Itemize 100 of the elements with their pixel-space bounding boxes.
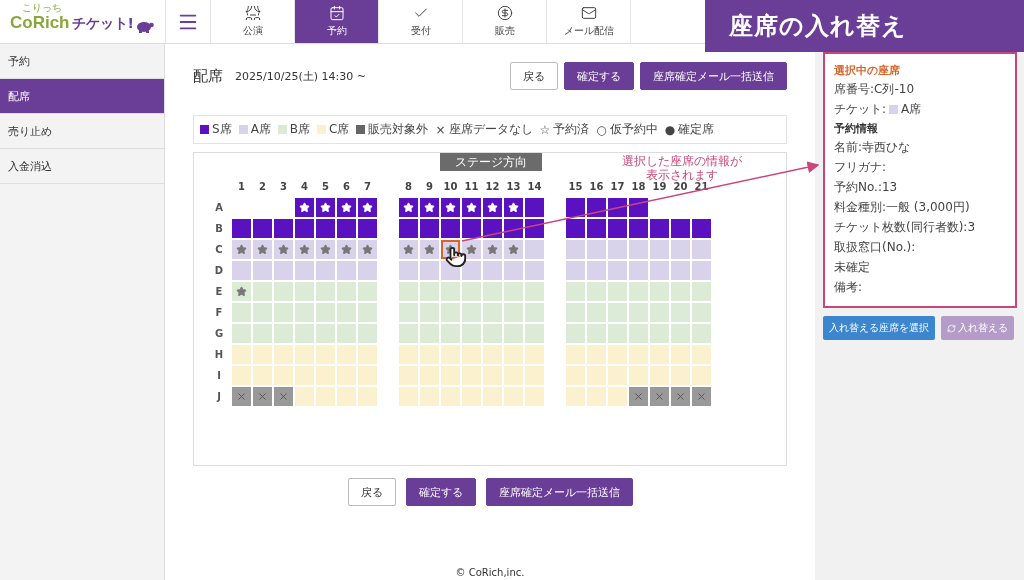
column-number: 2 xyxy=(258,181,267,192)
select-seat-button[interactable]: 入れ替える座席を選択 xyxy=(823,316,935,340)
legend-label: C席 xyxy=(329,121,350,138)
action-button[interactable]: 確定する xyxy=(564,62,634,90)
refresh-icon xyxy=(947,323,956,333)
info-line: 予約No.:13 xyxy=(834,179,899,196)
legend-symbol: ☆ xyxy=(539,122,551,137)
sidebar-item[interactable]: 入金消込 xyxy=(0,149,164,184)
annotation-text: 選択した座席の情報が xyxy=(621,154,743,168)
star-icon xyxy=(508,244,519,255)
star-icon xyxy=(487,244,498,255)
column-number: 16 xyxy=(588,181,605,192)
row-label: E xyxy=(214,286,224,297)
seat[interactable] xyxy=(462,261,481,280)
seat[interactable] xyxy=(420,198,439,217)
cross-icon xyxy=(633,391,644,402)
ticket-grade: A席 xyxy=(901,101,922,118)
legend-symbol: ○ xyxy=(596,122,607,137)
info-line: 未確定 xyxy=(834,259,871,276)
seat[interactable] xyxy=(462,198,481,217)
star-icon xyxy=(236,244,247,255)
cross-icon xyxy=(654,391,665,402)
column-number: 10 xyxy=(442,181,459,192)
seat[interactable] xyxy=(462,240,481,259)
row-label: C xyxy=(214,244,224,255)
column-number: 1 xyxy=(237,181,246,192)
column-number: 3 xyxy=(279,181,288,192)
page-title: 座席の入れ替え xyxy=(705,0,1024,52)
nav-tab[interactable]: 予約 xyxy=(294,0,378,43)
legend-label: 確定席 xyxy=(678,121,715,138)
legend-label: 予約済 xyxy=(553,121,590,138)
seat[interactable] xyxy=(399,198,418,217)
seat[interactable] xyxy=(337,198,356,217)
star-icon xyxy=(403,202,414,213)
turtle-icon xyxy=(135,19,154,33)
seat[interactable] xyxy=(358,198,377,217)
star-icon xyxy=(257,244,268,255)
star-icon xyxy=(487,202,498,213)
column-number: 4 xyxy=(300,181,309,192)
star-icon xyxy=(508,202,519,213)
star-icon xyxy=(466,202,477,213)
column-number: 14 xyxy=(526,181,543,192)
nav-icon xyxy=(580,5,597,21)
section-title: 配席 xyxy=(193,66,223,86)
action-button[interactable]: 戻る xyxy=(347,478,396,506)
star-icon xyxy=(424,244,435,255)
seat[interactable] xyxy=(295,198,314,217)
action-button[interactable]: 座席確定メール一括送信 xyxy=(485,478,633,506)
star-icon xyxy=(466,244,477,255)
logo-brand: CoRich xyxy=(10,13,70,33)
star-icon xyxy=(362,202,373,213)
legend-symbol: × xyxy=(435,122,446,137)
cross-icon xyxy=(696,391,707,402)
column-number: 7 xyxy=(363,181,372,192)
seat[interactable] xyxy=(441,198,460,217)
action-button[interactable]: 戻る xyxy=(510,62,558,90)
legend-label: 座席データなし xyxy=(448,121,533,138)
row-label: B xyxy=(214,223,224,234)
star-icon xyxy=(299,244,310,255)
stage-label: ステージ方向 xyxy=(440,153,542,171)
column-number: 18 xyxy=(630,181,647,192)
nav-icon xyxy=(496,5,513,21)
action-button[interactable]: 座席確定メール一括送信 xyxy=(640,62,787,90)
cross-icon xyxy=(675,391,686,402)
column-number: 15 xyxy=(567,181,584,192)
column-number: 8 xyxy=(404,181,413,192)
star-icon xyxy=(445,202,456,213)
row-label: I xyxy=(216,370,222,381)
row-label: J xyxy=(215,391,222,402)
seat[interactable] xyxy=(504,198,523,217)
info-line: 料金種別:一般 (3,000円) xyxy=(834,199,971,216)
row-label: F xyxy=(214,307,224,318)
performance-date: 2025/10/25(土) 14:30 ~ xyxy=(235,68,367,84)
ticket-label: チケット: xyxy=(834,101,887,118)
star-icon xyxy=(424,202,435,213)
star-icon xyxy=(320,202,331,213)
seat[interactable] xyxy=(316,198,335,217)
column-number: 9 xyxy=(425,181,434,192)
legend-label: 仮予約中 xyxy=(609,121,658,138)
logo-kana: こりっち xyxy=(22,1,62,15)
info-line: チケット枚数(同行者数):3 xyxy=(834,219,977,236)
legend-label: A席 xyxy=(250,121,271,138)
section-heading: 予約情報 xyxy=(834,121,879,136)
nav-icon xyxy=(328,5,345,21)
star-icon xyxy=(362,244,373,255)
column-number: 6 xyxy=(342,181,351,192)
sidebar-item[interactable]: 配席 xyxy=(0,79,164,114)
cross-icon xyxy=(278,391,289,402)
ticket-swatch xyxy=(889,105,899,114)
star-icon xyxy=(299,202,310,213)
column-number: 12 xyxy=(484,181,501,192)
action-button[interactable]: 確定する xyxy=(405,478,476,506)
logo-product: チケット! xyxy=(71,15,134,33)
card-title: 選択中の座席 xyxy=(834,63,901,78)
cross-icon xyxy=(236,391,247,402)
star-icon xyxy=(278,244,289,255)
sidebar-item[interactable]: 売り止め xyxy=(0,114,164,149)
seat[interactable] xyxy=(483,198,502,217)
row-label: H xyxy=(213,349,225,360)
legend-symbol: ● xyxy=(664,122,676,137)
